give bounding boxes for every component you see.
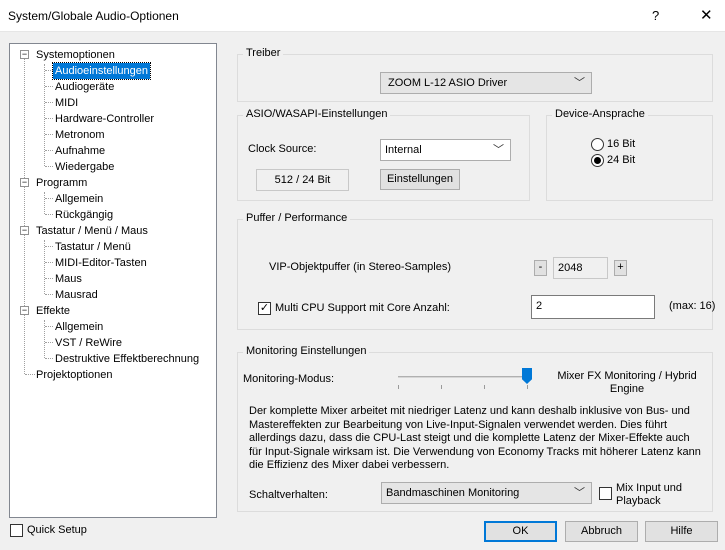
schaltverhalten-select[interactable]: Bandmaschinen Monitoring ﹀ — [381, 482, 592, 504]
monitoring-slider[interactable] — [398, 368, 532, 394]
hilfe-button[interactable]: Hilfe — [645, 521, 718, 542]
tree-item-audiogeraete[interactable]: Audiogeräte — [53, 79, 116, 95]
asio-group-title: ASIO/WASAPI-Einstellungen — [243, 108, 391, 120]
abbruch-button[interactable]: Abbruch — [565, 521, 638, 542]
tree-connector — [44, 240, 45, 294]
collapse-icon[interactable]: − — [20, 178, 29, 187]
clock-source-select[interactable]: Internal ﹀ — [380, 139, 511, 161]
tree-item-tastatur-menue-maus[interactable]: Tastatur / Menü / Maus — [34, 223, 150, 239]
monitoring-mode-label: Monitoring-Modus: — [243, 373, 335, 385]
einstellungen-button[interactable]: Einstellungen — [380, 169, 460, 190]
tree-item-effekte[interactable]: Effekte — [34, 303, 72, 319]
tree-item-maus[interactable]: Maus — [53, 271, 84, 287]
tree-item-systemoptionen[interactable]: Systemoptionen — [34, 47, 117, 63]
vip-decrease-button[interactable]: - — [534, 260, 547, 276]
radio-24-bit-label: 24 Bit — [607, 154, 636, 166]
tree-item-programm-allgemein[interactable]: Allgemein — [53, 191, 105, 207]
radio-16-bit[interactable] — [591, 138, 604, 151]
monitoring-description: Der komplette Mixer arbeitet mit niedrig… — [249, 405, 701, 471]
multicpu-checkbox[interactable]: ✓ — [258, 302, 271, 315]
vip-increase-button[interactable]: + — [614, 260, 627, 276]
tree-item-hardware-controller[interactable]: Hardware-Controller — [53, 111, 156, 127]
chevron-down-icon: ﹀ — [574, 77, 585, 89]
tree-item-programm[interactable]: Programm — [34, 175, 89, 191]
vip-value-field[interactable]: 2048 — [553, 257, 608, 279]
tree-item-audioeinstellungen[interactable]: Audioeinstellungen — [52, 62, 151, 80]
multicpu-label: Multi CPU Support mit Core Anzahl: — [275, 302, 450, 314]
chevron-down-icon: ﹀ — [574, 487, 585, 499]
quick-setup-label: Quick Setup — [27, 524, 87, 536]
collapse-icon[interactable]: − — [20, 306, 29, 315]
mix-input-checkbox[interactable] — [599, 487, 612, 500]
tree-item-mausrad[interactable]: Mausrad — [53, 287, 100, 303]
window-title: System/Globale Audio-Optionen — [8, 9, 179, 23]
ok-button[interactable]: OK — [484, 521, 557, 542]
schaltverhalten-label: Schaltverhalten: — [249, 489, 328, 501]
buffer-readout: 512 / 24 Bit — [256, 169, 349, 191]
core-count-input[interactable]: 2 — [531, 295, 655, 319]
tree-item-destruktive-effektberechnung[interactable]: Destruktive Effektberechnung — [53, 351, 201, 367]
device-group-title: Device-Ansprache — [552, 108, 648, 120]
tree-connector — [44, 192, 45, 214]
tree-item-effekte-allgemein[interactable]: Allgemein — [53, 319, 105, 335]
tree-item-rueckgaengig[interactable]: Rückgängig — [53, 207, 115, 223]
vip-label: VIP-Objektpuffer (in Stereo-Samples) — [269, 261, 451, 273]
max-cores-label: (max: 16) — [669, 300, 716, 312]
clock-source-label: Clock Source: — [248, 143, 317, 155]
puffer-group-title: Puffer / Performance — [243, 212, 351, 224]
quick-setup-checkbox[interactable] — [10, 524, 23, 537]
treiber-group-title: Treiber — [243, 47, 284, 59]
tree-item-aufnahme[interactable]: Aufnahme — [53, 143, 107, 159]
chevron-down-icon: ﹀ — [493, 144, 504, 156]
monitoring-group-title: Monitoring Einstellungen — [243, 345, 370, 357]
collapse-icon[interactable]: − — [20, 226, 29, 235]
tree-item-midi[interactable]: MIDI — [53, 95, 80, 111]
collapse-icon[interactable]: − — [20, 50, 29, 59]
tree-connector — [24, 56, 25, 374]
tree-item-midi-editor-tasten[interactable]: MIDI-Editor-Tasten — [53, 255, 149, 271]
options-tree[interactable]: − − − − Systemoptionen Audioeinstellunge… — [9, 43, 217, 518]
help-icon[interactable]: ? — [652, 8, 659, 23]
driver-select[interactable]: ZOOM L-12 ASIO Driver ﹀ — [380, 72, 592, 94]
mix-input-label: Mix Input und Playback — [616, 482, 683, 507]
tree-item-wiedergabe[interactable]: Wiedergabe — [53, 159, 116, 175]
slider-track — [398, 376, 528, 378]
radio-24-bit[interactable] — [591, 154, 604, 167]
driver-select-value: ZOOM L-12 ASIO Driver — [388, 77, 508, 89]
monitoring-mode-value: Mixer FX Monitoring / Hybrid Engine — [557, 370, 697, 395]
schaltverhalten-value: Bandmaschinen Monitoring — [386, 487, 520, 499]
clock-source-value: Internal — [385, 144, 422, 156]
title-bar: System/Globale Audio-Optionen ? ✕ — [0, 0, 725, 32]
radio-16-bit-label: 16 Bit — [607, 138, 636, 150]
tree-item-metronom[interactable]: Metronom — [53, 127, 107, 143]
tree-item-tastatur-menue[interactable]: Tastatur / Menü — [53, 239, 133, 255]
tree-item-projektoptionen[interactable]: Projektoptionen — [34, 367, 114, 383]
close-icon[interactable]: ✕ — [700, 6, 713, 24]
tree-item-vst-rewire[interactable]: VST / ReWire — [53, 335, 124, 351]
